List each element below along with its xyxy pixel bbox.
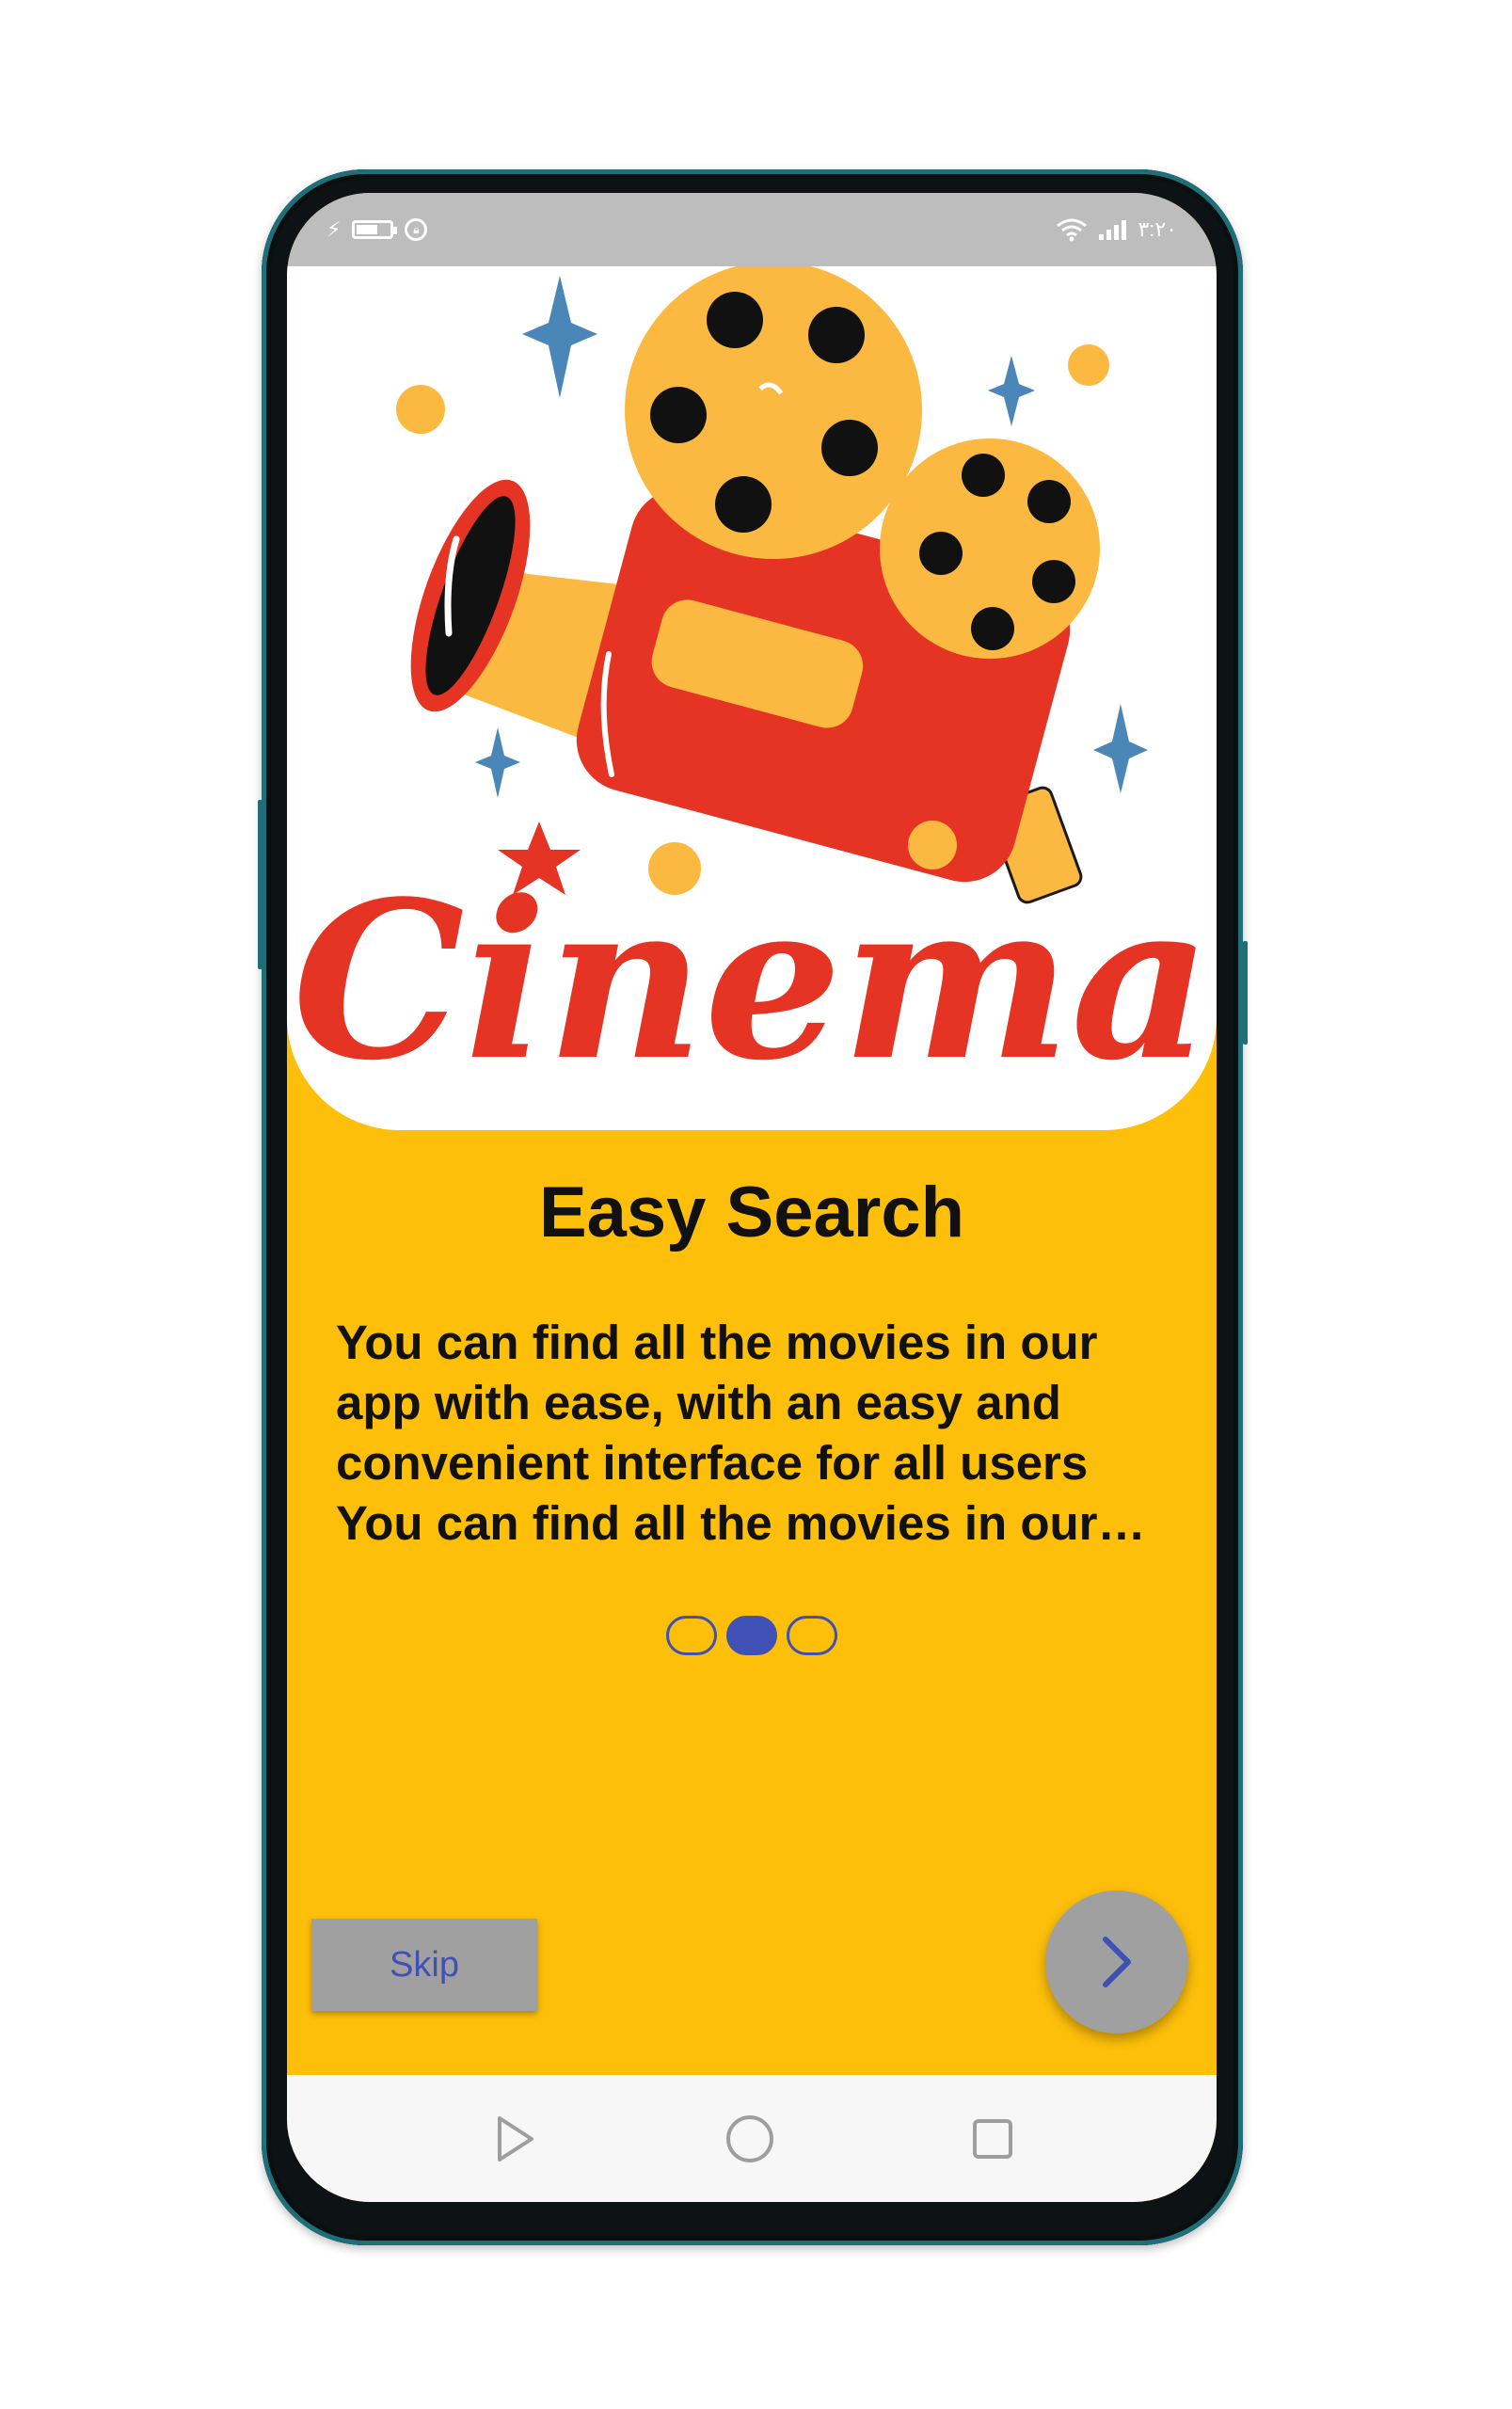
cinema-projector-illustration: Cinema	[293, 266, 1211, 1109]
status-bar: ⚡ 🔒︎ ٣:٢٠	[287, 193, 1217, 266]
sparkle-icon	[475, 727, 520, 798]
battery-icon	[352, 220, 398, 239]
page-description: You can find all the movies in our app w…	[336, 1316, 1098, 1550]
volume-button	[258, 800, 263, 969]
page-title: Easy Search	[538, 1173, 965, 1252]
page-dot-active[interactable]	[726, 1616, 777, 1655]
page-dot[interactable]	[666, 1616, 717, 1655]
skip-button[interactable]: Skip	[311, 1919, 537, 2011]
chevron-right-icon	[1103, 1937, 1131, 1987]
sparkle-icon	[988, 356, 1035, 426]
recents-square-icon[interactable]	[964, 2111, 1021, 2167]
usb-icon: ⚡	[326, 217, 342, 241]
hero-illustration: Cinema	[287, 266, 1217, 1130]
home-circle-icon[interactable]	[722, 2111, 778, 2167]
sparkle-icon	[522, 276, 597, 398]
navigation-bar	[287, 2075, 1217, 2202]
power-button	[1243, 941, 1248, 1045]
lock-icon: 🔒︎	[405, 218, 428, 241]
svg-text:Cinema: Cinema	[293, 854, 1211, 1109]
page-dot[interactable]	[787, 1616, 837, 1655]
status-right: ٣:٢٠	[1056, 217, 1177, 242]
status-left: ⚡ 🔒︎	[326, 217, 428, 242]
cinema-logo: Cinema	[293, 822, 1211, 1109]
next-button[interactable]	[1045, 1891, 1188, 2034]
status-time: ٣:٢٠	[1138, 217, 1177, 241]
back-triangle-icon[interactable]	[486, 2111, 543, 2167]
page-indicator	[287, 1616, 1217, 1655]
signal-icon	[1099, 219, 1127, 240]
wifi-icon	[1057, 218, 1088, 242]
sparkle-icon	[1093, 704, 1148, 793]
screen: ⚡ 🔒︎ ٣:٢٠ Cinema Easy Search You can fin…	[287, 193, 1217, 2202]
